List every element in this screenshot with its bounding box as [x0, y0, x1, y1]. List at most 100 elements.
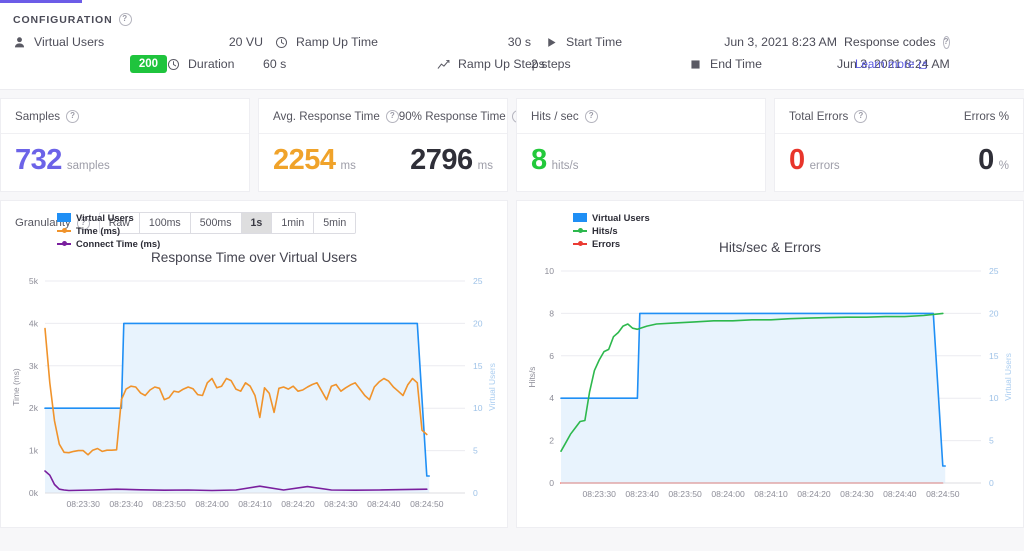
- chart-legend: Virtual Users Time (ms) Connect Time (ms): [57, 211, 160, 250]
- external-link-icon: [918, 60, 927, 69]
- kpi-title: Avg. Response Time: [273, 110, 380, 123]
- help-circle-icon[interactable]: ?: [118, 13, 132, 26]
- granularity-option-1min[interactable]: 1min: [272, 213, 315, 234]
- granularity-option-1s[interactable]: 1s: [241, 213, 273, 234]
- svg-text:08:24:40: 08:24:40: [883, 489, 917, 499]
- kpi-unit: errors: [809, 160, 840, 172]
- svg-text:5k: 5k: [29, 276, 39, 286]
- kpi-card-body: 8 hits/s: [517, 134, 765, 191]
- kpi-card-body: 0 errors 0 %: [775, 134, 1023, 191]
- svg-text:08:24:10: 08:24:10: [754, 489, 788, 499]
- kpi-unit: samples: [66, 160, 110, 172]
- svg-text:15: 15: [473, 361, 483, 371]
- kpi-card-header: Samples ?: [1, 99, 249, 134]
- kpi-title: Total Errors: [789, 110, 849, 123]
- legend-item[interactable]: Errors: [573, 237, 650, 250]
- configuration-title-text: CONFIGURATION: [13, 13, 113, 26]
- svg-text:10: 10: [473, 403, 483, 413]
- svg-text:10: 10: [544, 266, 554, 276]
- svg-text:08:23:40: 08:23:40: [109, 499, 143, 509]
- help-circle-icon[interactable]: ?: [942, 35, 950, 49]
- kpi-title-group: Samples ?: [15, 110, 80, 123]
- status-badge: 200: [129, 55, 167, 73]
- svg-text:4k: 4k: [29, 319, 39, 329]
- kpi-card-header: Hits / sec ?: [517, 99, 765, 134]
- stop-icon: [689, 58, 702, 71]
- svg-text:08:24:40: 08:24:40: [367, 499, 401, 509]
- svg-text:Virtual Users: Virtual Users: [487, 363, 497, 411]
- legend-label: Time (ms): [76, 225, 121, 236]
- config-row-end-time: End Time: [689, 57, 837, 71]
- help-circle-icon[interactable]: ?: [854, 110, 868, 123]
- svg-text:1k: 1k: [29, 446, 39, 456]
- play-icon: [545, 36, 558, 49]
- kpi-value: 0: [789, 144, 805, 176]
- svg-text:08:24:50: 08:24:50: [926, 489, 960, 499]
- legend-label: Errors: [592, 238, 621, 249]
- svg-text:2: 2: [549, 436, 554, 446]
- kpi-unit: ms: [340, 160, 356, 172]
- svg-text:25: 25: [989, 266, 999, 276]
- granularity-option-5min[interactable]: 5min: [314, 213, 356, 234]
- svg-text:08:24:00: 08:24:00: [711, 489, 745, 499]
- svg-text:08:23:50: 08:23:50: [152, 499, 186, 509]
- clock-icon: [275, 36, 288, 49]
- svg-text:08:24:20: 08:24:20: [797, 489, 831, 499]
- legend-item[interactable]: Time (ms): [57, 224, 160, 237]
- active-tab-indicator: [0, 0, 82, 3]
- config-row-start-time: Start Time: [545, 35, 689, 49]
- legend-swatch-box: [573, 213, 587, 222]
- clock-icon: [167, 58, 180, 71]
- svg-text:Hits/s: Hits/s: [527, 367, 537, 388]
- svg-text:08:24:50: 08:24:50: [410, 499, 444, 509]
- kpi-card-hits-per-sec: Hits / sec ? 8 hits/s: [516, 98, 766, 192]
- config-row-ramp-up-time: Ramp Up Time: [275, 35, 437, 49]
- svg-text:5: 5: [989, 436, 994, 446]
- svg-text:3k: 3k: [29, 361, 39, 371]
- chart-plot-response-time[interactable]: 0k 1k 2k 3k 4k 5k 0 5 10 15 20 25 08:23:30 08:23:40 08…: [1, 269, 507, 527]
- user-icon: [13, 36, 26, 49]
- config-value-virtual-users: 20 VU: [228, 35, 263, 49]
- legend-label: Hits/s: [592, 225, 618, 236]
- legend-item[interactable]: Virtual Users: [573, 211, 650, 224]
- config-value-end-time: Jun 3, 2021 8:24 AM: [837, 57, 950, 71]
- chart-card-hits-errors: Hits/sec & Errors 0 2 4 6 8 10 0 5 10 15 20 25 08:23…: [516, 200, 1024, 529]
- kpi-title-group: Avg. Response Time ?: [273, 110, 399, 123]
- granularity-option-500ms[interactable]: 500ms: [190, 213, 242, 234]
- response-codes-header: Response codes ?: [837, 35, 950, 49]
- help-circle-icon[interactable]: ?: [584, 110, 598, 123]
- chart-legend: Virtual Users Hits/s Errors: [573, 211, 650, 250]
- svg-text:0k: 0k: [29, 488, 39, 498]
- svg-text:0: 0: [989, 478, 994, 488]
- legend-item[interactable]: Connect Time (ms): [57, 237, 160, 250]
- kpi-value: 2254: [273, 144, 336, 176]
- legend-item[interactable]: Virtual Users: [57, 211, 160, 224]
- chart-plot-hits-errors[interactable]: 0 2 4 6 8 10 0 5 10 15 20 25 08:23:30 08:23:40 08:23:5…: [517, 259, 1023, 517]
- learn-more-link[interactable]: Learn more: [855, 58, 1012, 71]
- kpi-card-body: 732 samples: [1, 134, 249, 191]
- response-codes-label: Response codes: [844, 35, 936, 49]
- svg-text:08:23:40: 08:23:40: [625, 489, 659, 499]
- svg-text:Time (ms): Time (ms): [11, 368, 21, 406]
- kpi-title: Hits / sec: [531, 110, 579, 123]
- kpi-row: Samples ? 732 samples Avg. Response Time…: [0, 90, 1024, 192]
- svg-text:08:23:30: 08:23:30: [582, 489, 616, 499]
- kpi-title-secondary: Errors %: [963, 110, 1009, 123]
- help-circle-icon[interactable]: ?: [385, 110, 399, 123]
- kpi-title-secondary: 90% Response Time: [398, 110, 506, 123]
- kpi-title-group: Hits / sec ?: [531, 110, 598, 123]
- help-circle-icon[interactable]: ?: [66, 110, 80, 123]
- kpi-unit: hits/s: [551, 160, 579, 172]
- svg-text:8: 8: [549, 308, 554, 318]
- config-row-duration: Duration: [167, 57, 263, 71]
- svg-text:08:24:30: 08:24:30: [324, 499, 358, 509]
- legend-label: Virtual Users: [592, 212, 650, 223]
- legend-item[interactable]: Hits/s: [573, 224, 650, 237]
- svg-text:0: 0: [473, 488, 478, 498]
- response-code-badge-cell: 200: [13, 55, 167, 73]
- trend-up-icon: [437, 58, 450, 71]
- learn-more-label: Learn more: [855, 57, 915, 71]
- legend-swatch-box: [57, 213, 71, 222]
- config-value-ramp-up-time: 30 s: [507, 35, 531, 49]
- kpi-value: 8: [531, 144, 547, 176]
